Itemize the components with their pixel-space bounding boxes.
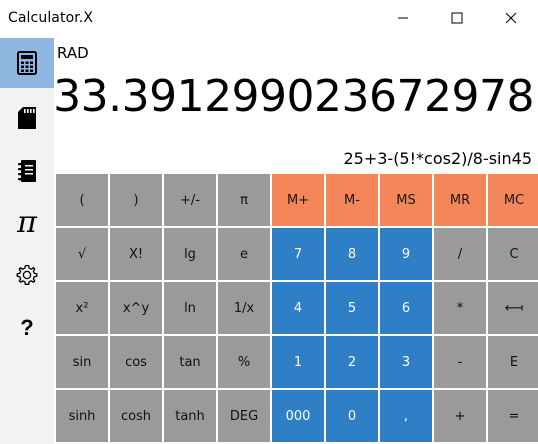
title-bar: Calculator.X [0, 0, 538, 38]
calculator-icon [17, 51, 37, 75]
expression-display: 25+3-(5!*cos2)/8-sin45 [343, 149, 532, 168]
key-digit-9[interactable]: 9 [380, 228, 432, 280]
key-multiply[interactable]: * [434, 282, 486, 334]
key-e[interactable]: e [218, 228, 270, 280]
pi-icon: π [17, 205, 37, 240]
key-open-paren[interactable]: ( [56, 174, 108, 226]
key-digit-3[interactable]: 3 [380, 336, 432, 388]
keypad: ( ) +/- π M+ M- MS MR MC √ X! lg e 7 8 9… [54, 172, 538, 444]
notebook-icon [18, 160, 36, 182]
sidebar-item-help[interactable]: ? [0, 303, 54, 353]
sidebar-item-memory[interactable] [0, 93, 54, 143]
key-reciprocal[interactable]: 1/x [218, 282, 270, 334]
key-subtract[interactable]: - [434, 336, 486, 388]
key-negate[interactable]: +/- [164, 174, 216, 226]
key-digit-4[interactable]: 4 [272, 282, 324, 334]
key-memory-recall[interactable]: MR [434, 174, 486, 226]
gear-icon [16, 264, 38, 285]
key-tanh[interactable]: tanh [164, 390, 216, 442]
key-deg-toggle[interactable]: DEG [218, 390, 270, 442]
sidebar-item-calculator[interactable] [0, 38, 54, 88]
key-digit-6[interactable]: 6 [380, 282, 432, 334]
key-cosh[interactable]: cosh [110, 390, 162, 442]
key-log10[interactable]: lg [164, 228, 216, 280]
sidebar: π ? [0, 38, 54, 444]
key-pi[interactable]: π [218, 174, 270, 226]
key-tan[interactable]: tan [164, 336, 216, 388]
key-equals[interactable]: = [488, 390, 538, 442]
key-sinh[interactable]: sinh [56, 390, 108, 442]
key-digit-5[interactable]: 5 [326, 282, 378, 334]
sidebar-item-settings[interactable] [0, 250, 54, 300]
key-digit-0[interactable]: 0 [326, 390, 378, 442]
key-digit-2[interactable]: 2 [326, 336, 378, 388]
key-memory-clear[interactable]: MC [488, 174, 538, 226]
key-digit-8[interactable]: 8 [326, 228, 378, 280]
key-digit-7[interactable]: 7 [272, 228, 324, 280]
key-memory-sub[interactable]: M- [326, 174, 378, 226]
key-exponent[interactable]: E [488, 336, 538, 388]
key-power[interactable]: x^y [110, 282, 162, 334]
maximize-button[interactable] [430, 0, 484, 36]
key-triple-zero[interactable]: 000 [272, 390, 324, 442]
close-icon [505, 12, 517, 24]
key-clear[interactable]: C [488, 228, 538, 280]
sd-card-icon [18, 107, 36, 129]
key-backspace[interactable]: ⟻ [488, 282, 538, 334]
key-percent[interactable]: % [218, 336, 270, 388]
key-decimal[interactable]: , [380, 390, 432, 442]
key-add[interactable]: + [434, 390, 486, 442]
key-digit-1[interactable]: 1 [272, 336, 324, 388]
key-close-paren[interactable]: ) [110, 174, 162, 226]
minimize-icon [398, 17, 408, 19]
angle-mode-indicator: RAD [57, 44, 89, 62]
key-memory-add[interactable]: M+ [272, 174, 324, 226]
key-memory-store[interactable]: MS [380, 174, 432, 226]
help-icon: ? [20, 315, 34, 340]
key-factorial[interactable]: X! [110, 228, 162, 280]
sidebar-item-constants[interactable]: π [0, 198, 54, 248]
window-title: Calculator.X [8, 10, 94, 26]
key-cos[interactable]: cos [110, 336, 162, 388]
key-sqrt[interactable]: √ [56, 228, 108, 280]
key-divide[interactable]: / [434, 228, 486, 280]
close-button[interactable] [484, 0, 538, 36]
result-display: 33.391299023672978 [53, 71, 534, 122]
key-ln[interactable]: ln [164, 282, 216, 334]
key-square[interactable]: x² [56, 282, 108, 334]
minimize-button[interactable] [376, 0, 430, 36]
key-sin[interactable]: sin [56, 336, 108, 388]
sidebar-item-notes[interactable] [0, 146, 54, 196]
maximize-icon [451, 12, 463, 24]
